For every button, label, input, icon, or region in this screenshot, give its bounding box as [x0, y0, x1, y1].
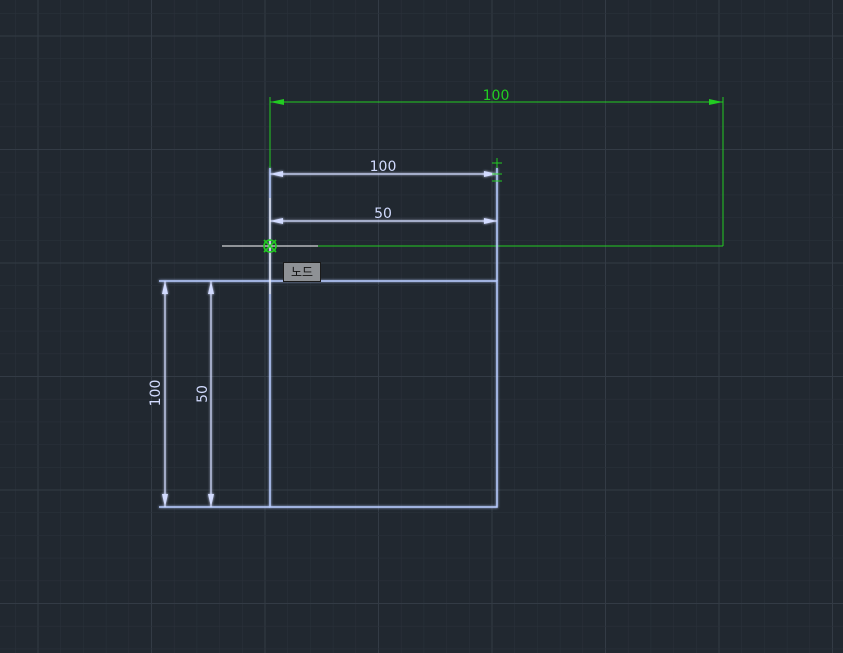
dim-text-outer-100-vertical: 100	[148, 380, 164, 407]
dim-text-top-100: 100	[370, 159, 397, 175]
snap-tooltip: 노드	[283, 262, 321, 282]
dim-arrow-inner-50v-bottom	[208, 494, 214, 507]
drawing-canvas[interactable]: 100 100 50 100 50	[0, 0, 843, 653]
square-outline[interactable]	[269, 280, 498, 508]
dim-arrow-inner-50v-top	[208, 281, 214, 294]
dim-text-inner-50-vertical: 50	[195, 385, 211, 403]
dim-arrow-outer-100-bottom	[162, 494, 168, 507]
preview-dim-text: 100	[483, 88, 510, 104]
grid	[0, 0, 843, 653]
snap-tooltip-label: 노드	[290, 265, 314, 279]
dim-arrow-inner-50-left	[270, 218, 283, 224]
geometry	[159, 168, 498, 508]
dim-arrow-inner-50-right	[484, 218, 497, 224]
dim-text-inner-50: 50	[374, 206, 392, 222]
dim-arrow-outer-100-top	[162, 281, 168, 294]
